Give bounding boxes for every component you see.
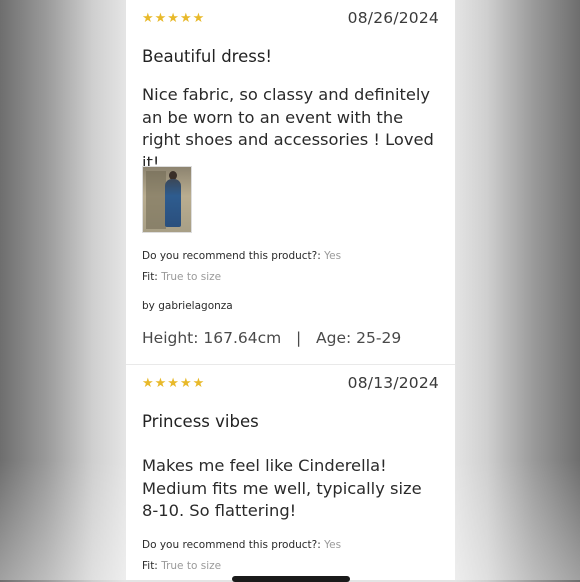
star-rating-icon: ★★★★★ bbox=[142, 10, 206, 25]
review-header: ★★★★★ 08/26/2024 bbox=[142, 9, 439, 31]
review-body: Nice fabric, so classy and definitely an… bbox=[142, 85, 434, 172]
reviewer-age: Age: 25-29 bbox=[316, 329, 402, 347]
reviewer-stats: Height: 167.64cm | Age: 25-29 bbox=[142, 329, 401, 347]
recommend-row: Do you recommend this product?: Yes bbox=[142, 250, 341, 262]
photo-mirror-frame bbox=[146, 171, 166, 229]
recommend-label: Do you recommend this product?: bbox=[142, 250, 321, 262]
fit-value: True to size bbox=[161, 271, 222, 283]
review-body: Makes me feel like Cinderella! Medium fi… bbox=[142, 456, 422, 520]
fit-value: True to size bbox=[161, 560, 222, 572]
fit-row: Fit: True to size bbox=[142, 271, 221, 283]
review-header: ★★★★★ 08/13/2024 bbox=[142, 374, 439, 396]
photo-person-dress bbox=[165, 179, 181, 227]
fit-row: Fit: True to size bbox=[142, 560, 221, 572]
review-card: ★★★★★ 08/13/2024 Princess vibes Makes me… bbox=[126, 364, 455, 572]
fit-label: Fit: bbox=[142, 560, 158, 572]
stats-separator: | bbox=[296, 329, 302, 347]
star-rating-icon: ★★★★★ bbox=[142, 375, 206, 390]
review-photo-thumbnail[interactable] bbox=[142, 166, 192, 233]
recommend-value: Yes bbox=[324, 539, 342, 551]
review-title: Princess vibes bbox=[142, 412, 259, 431]
review-author: by gabrielagonza bbox=[142, 300, 233, 312]
review-date: 08/13/2024 bbox=[347, 374, 439, 392]
recommend-row: Do you recommend this product?: Yes bbox=[142, 539, 341, 551]
recommend-label: Do you recommend this product?: bbox=[142, 539, 321, 551]
review-title: Beautiful dress! bbox=[142, 47, 273, 66]
reviewer-height: Height: 167.64cm bbox=[142, 329, 282, 347]
fit-label: Fit: bbox=[142, 271, 158, 283]
review-date: 08/26/2024 bbox=[347, 9, 439, 27]
reviews-panel[interactable]: ★★★★★ 08/26/2024 Beautiful dress! Nice f… bbox=[126, 0, 455, 580]
home-indicator-bar[interactable] bbox=[232, 576, 350, 582]
recommend-value: Yes bbox=[324, 250, 342, 262]
